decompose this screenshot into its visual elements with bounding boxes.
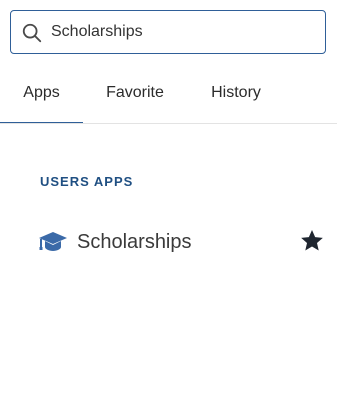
app-item-scholarships[interactable]: Scholarships (38, 224, 337, 260)
tab-apps-label: Apps (23, 84, 60, 101)
app-label: Scholarships (77, 231, 192, 253)
tab-history[interactable]: History (198, 70, 274, 122)
section-title: USERS APPS (40, 174, 134, 189)
tab-favorite[interactable]: Favorite (92, 70, 178, 122)
search-icon (22, 23, 42, 43)
tab-favorite-label: Favorite (106, 84, 164, 101)
tab-apps[interactable]: Apps (0, 70, 83, 123)
app-search-panel: Apps Favorite History USERS APPS Scholar… (0, 0, 337, 394)
graduation-cap-icon (39, 232, 67, 251)
tab-bar: Apps Favorite History (0, 70, 337, 124)
tab-history-label: History (211, 84, 261, 101)
active-tab-indicator (0, 122, 83, 123)
star-icon[interactable] (299, 228, 325, 254)
search-input[interactable] (51, 11, 311, 53)
search-box[interactable] (10, 10, 326, 54)
